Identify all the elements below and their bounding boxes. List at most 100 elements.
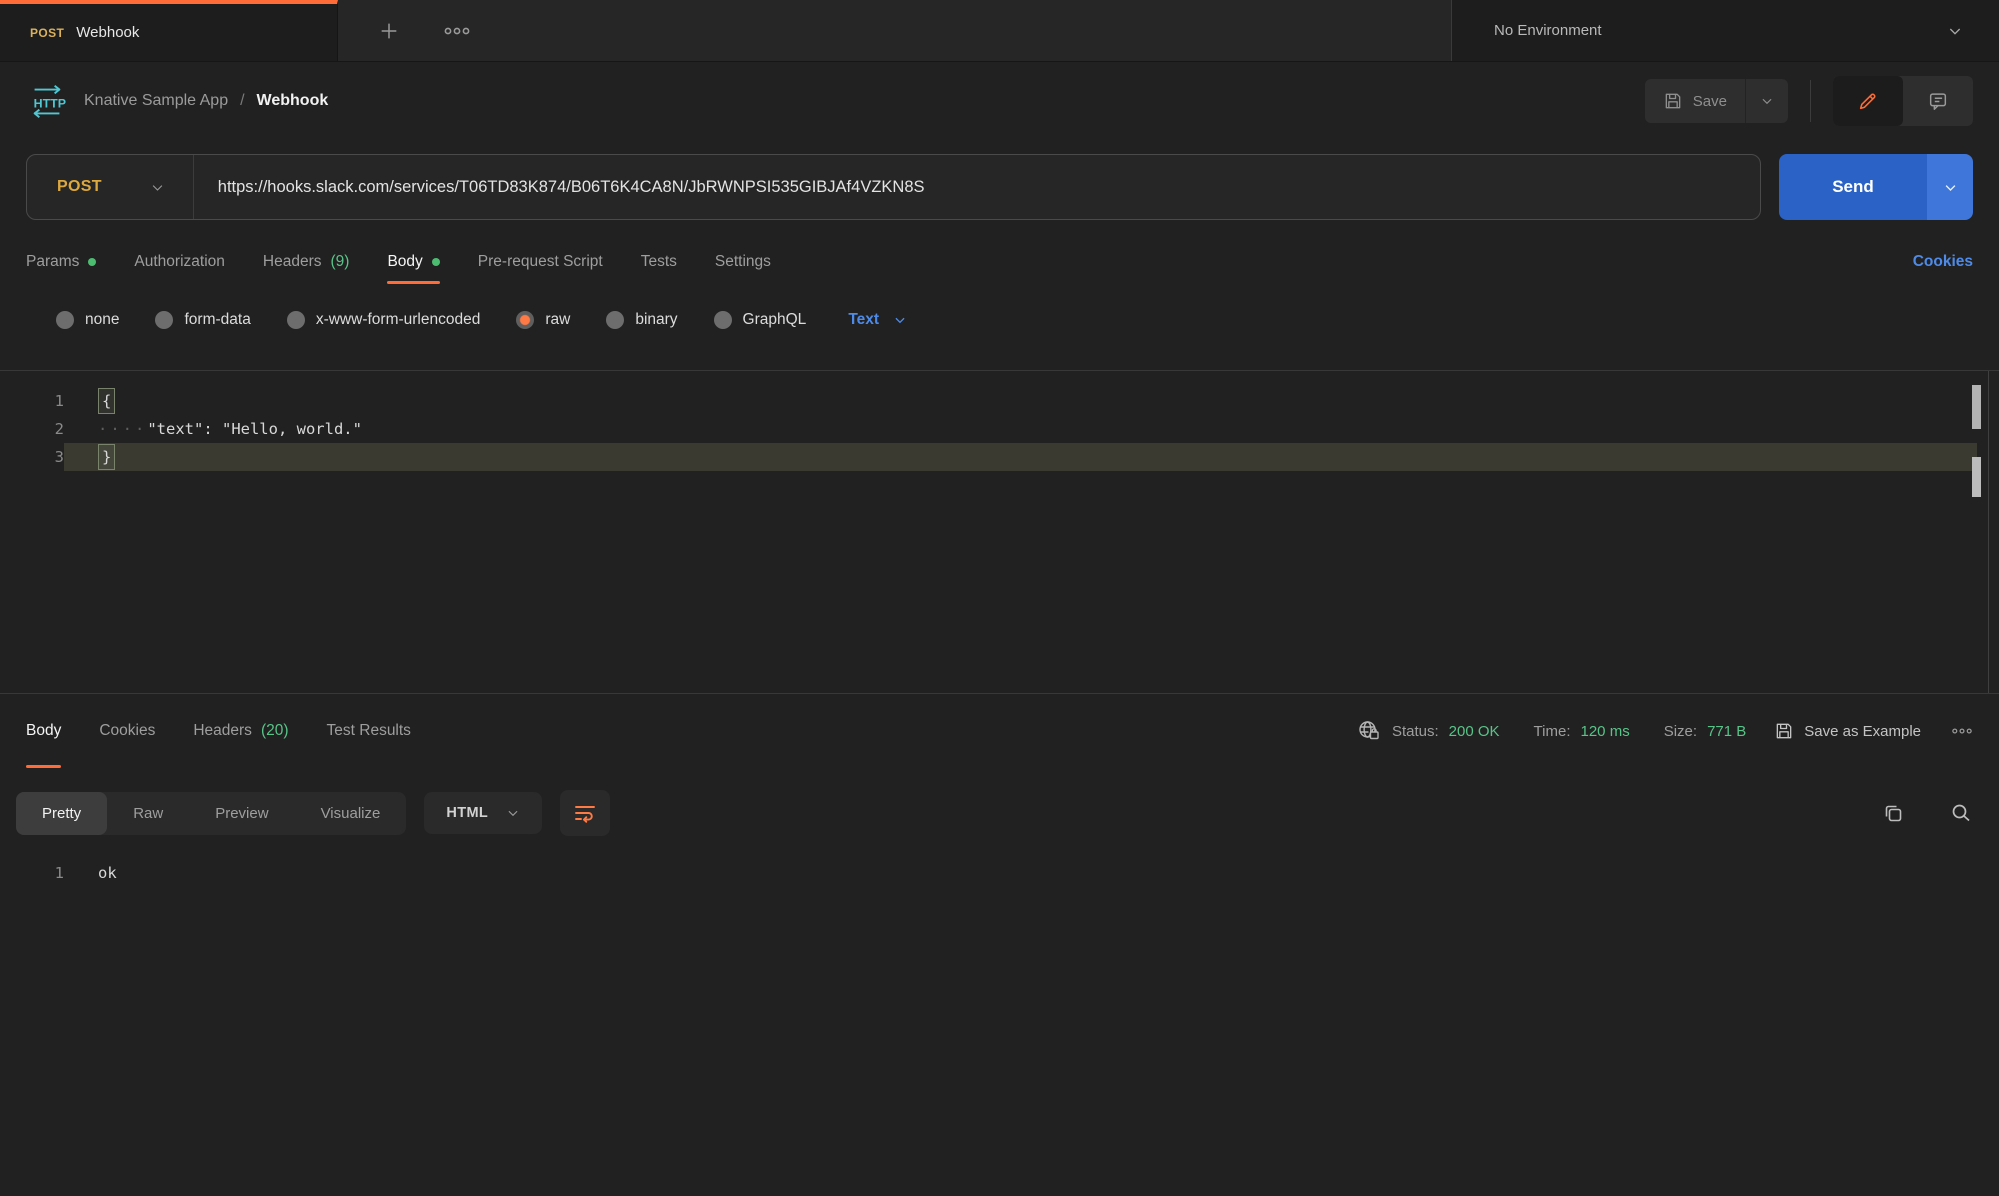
request-body-editor[interactable]: 1 { 2 ····"text": "Hello, world." 3 } bbox=[0, 370, 1999, 694]
line-number: 1 bbox=[0, 864, 64, 882]
headers-count: (9) bbox=[330, 253, 349, 271]
radio-binary[interactable]: binary bbox=[606, 311, 677, 329]
send-button[interactable]: Send bbox=[1779, 154, 1927, 220]
view-mode-visualize[interactable]: Visualize bbox=[295, 792, 407, 835]
radio-label: none bbox=[85, 311, 119, 329]
comments-button[interactable] bbox=[1903, 76, 1973, 126]
save-button[interactable]: Save bbox=[1645, 79, 1745, 123]
response-header: Body Cookies Headers (20) Test Results S… bbox=[0, 694, 1999, 768]
request-url-row: POST https://hooks.slack.com/services/T0… bbox=[0, 140, 1999, 234]
radio-raw[interactable]: raw bbox=[516, 311, 570, 329]
raw-language-dropdown[interactable]: Text bbox=[848, 311, 907, 329]
chevron-down-icon bbox=[893, 313, 907, 327]
tab-settings[interactable]: Settings bbox=[715, 234, 771, 290]
response-body-actions bbox=[1881, 801, 1973, 825]
radio-x-www-form-urlencoded[interactable]: x-www-form-urlencoded bbox=[287, 311, 481, 329]
cookies-link[interactable]: Cookies bbox=[1913, 253, 1973, 271]
line-number: 3 bbox=[0, 443, 64, 471]
breadcrumb-request-name[interactable]: Webhook bbox=[257, 92, 329, 110]
response-options-button[interactable] bbox=[1951, 727, 1973, 735]
response-tab-headers[interactable]: Headers (20) bbox=[193, 694, 288, 768]
tab-label: Cookies bbox=[99, 722, 155, 740]
status-label: Status: bbox=[1392, 723, 1439, 740]
save-floppy-icon bbox=[1774, 721, 1794, 741]
tab-params[interactable]: Params bbox=[26, 234, 96, 290]
copy-response-button[interactable] bbox=[1881, 801, 1905, 825]
response-tab-test-results[interactable]: Test Results bbox=[327, 694, 411, 768]
tab-label: Headers bbox=[263, 253, 322, 271]
response-tab-cookies[interactable]: Cookies bbox=[99, 694, 155, 768]
radio-none[interactable]: none bbox=[56, 311, 119, 329]
headers-count: (20) bbox=[261, 722, 289, 740]
radio-form-data[interactable]: form-data bbox=[155, 311, 250, 329]
view-mode-switcher: Pretty Raw Preview Visualize bbox=[16, 792, 406, 835]
tab-body[interactable]: Body bbox=[387, 234, 439, 290]
breadcrumb-collection[interactable]: Knative Sample App bbox=[84, 92, 228, 110]
more-options-icon bbox=[1951, 727, 1973, 735]
code-content: ····"text": "Hello, world." bbox=[64, 415, 1977, 443]
radio-label: GraphQL bbox=[743, 311, 807, 329]
tab-tests[interactable]: Tests bbox=[641, 234, 677, 290]
plus-icon bbox=[378, 20, 400, 42]
request-toolbar: HTTP Knative Sample App / Webhook Save bbox=[0, 62, 1999, 140]
request-tabs: Params Authorization Headers (9) Body Pr… bbox=[0, 234, 1999, 290]
whitespace-dots: ···· bbox=[98, 420, 147, 438]
save-as-example-label: Save as Example bbox=[1804, 723, 1921, 740]
new-tab-button[interactable] bbox=[378, 20, 400, 42]
save-button-group: Save bbox=[1645, 79, 1788, 123]
environment-label: No Environment bbox=[1494, 22, 1602, 39]
radio-graphql[interactable]: GraphQL bbox=[714, 311, 807, 329]
line-number: 1 bbox=[0, 387, 64, 415]
svg-text:HTTP: HTTP bbox=[34, 97, 66, 111]
radio-circle bbox=[56, 311, 74, 329]
view-mode-pretty[interactable]: Pretty bbox=[16, 792, 107, 835]
view-mode-preview[interactable]: Preview bbox=[189, 792, 294, 835]
tab-headers[interactable]: Headers (9) bbox=[263, 234, 350, 290]
search-response-button[interactable] bbox=[1949, 801, 1973, 825]
save-as-example-button[interactable]: Save as Example bbox=[1774, 721, 1921, 741]
postman-window: POST Webhook No Environment bbox=[0, 0, 1999, 1196]
tab-label: Body bbox=[26, 722, 61, 740]
editor-overview-ruler bbox=[1988, 371, 1989, 693]
response-meta: Status: 200 OK Time: 120 ms Size: 771 B … bbox=[1356, 694, 1973, 768]
url-input[interactable]: https://hooks.slack.com/services/T06TD83… bbox=[194, 178, 1760, 197]
response-tab-body[interactable]: Body bbox=[26, 694, 61, 768]
wrap-line-button[interactable] bbox=[560, 790, 610, 836]
response-view-controls: Pretty Raw Preview Visualize HTML bbox=[0, 790, 1999, 836]
editor-scrollbar-thumb[interactable] bbox=[1972, 385, 1981, 429]
response-format-dropdown[interactable]: HTML bbox=[424, 792, 542, 834]
url-bar: POST https://hooks.slack.com/services/T0… bbox=[26, 154, 1761, 220]
edit-request-button[interactable] bbox=[1833, 76, 1903, 126]
open-request-tab[interactable]: POST Webhook bbox=[0, 0, 338, 61]
tab-label: Settings bbox=[715, 253, 771, 271]
radio-circle bbox=[606, 311, 624, 329]
time-value: 120 ms bbox=[1581, 723, 1630, 740]
tab-label: Tests bbox=[641, 253, 677, 271]
save-floppy-icon bbox=[1663, 91, 1683, 111]
tab-pre-request-script[interactable]: Pre-request Script bbox=[478, 234, 603, 290]
radio-label: raw bbox=[545, 311, 570, 329]
side-icon-panel bbox=[1833, 76, 1973, 126]
radio-circle bbox=[714, 311, 732, 329]
search-icon bbox=[1949, 801, 1973, 825]
size-value: 771 B bbox=[1707, 723, 1746, 740]
code-line: 1 { bbox=[0, 387, 1999, 415]
radio-circle bbox=[155, 311, 173, 329]
tab-method-badge: POST bbox=[30, 26, 64, 40]
comment-icon bbox=[1927, 90, 1949, 112]
send-options-button[interactable] bbox=[1927, 154, 1973, 220]
view-mode-raw[interactable]: Raw bbox=[107, 792, 189, 835]
tab-authorization[interactable]: Authorization bbox=[134, 234, 224, 290]
code-content: { bbox=[64, 387, 1977, 415]
chevron-down-icon bbox=[1760, 94, 1774, 108]
code-content: } bbox=[64, 443, 1977, 471]
method-dropdown[interactable]: POST bbox=[27, 178, 193, 196]
code-line-current: 3 } bbox=[0, 443, 1999, 471]
save-options-button[interactable] bbox=[1745, 79, 1788, 123]
status-value: 200 OK bbox=[1449, 723, 1500, 740]
send-button-group: Send bbox=[1779, 154, 1973, 220]
environment-selector[interactable]: No Environment bbox=[1451, 0, 1999, 61]
tab-options-button[interactable] bbox=[444, 26, 470, 36]
code-text: "text": "Hello, world." bbox=[147, 420, 362, 438]
network-info-icon[interactable] bbox=[1356, 719, 1382, 743]
